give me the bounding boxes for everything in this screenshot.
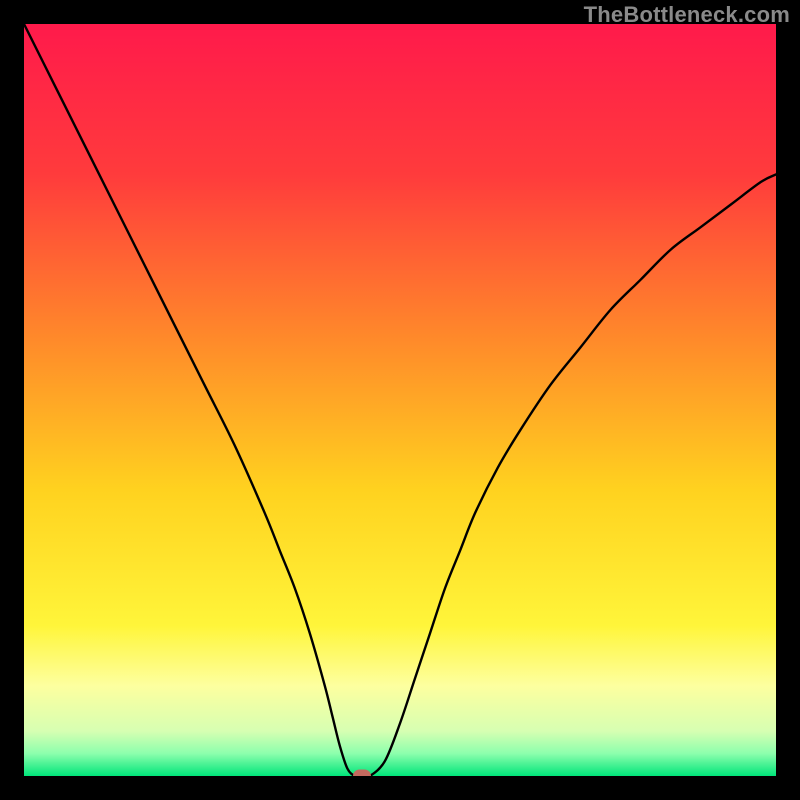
chart-frame: TheBottleneck.com: [0, 0, 800, 800]
optimal-marker: [353, 770, 371, 777]
plot-area: [24, 24, 776, 776]
bottleneck-curve: [24, 24, 776, 776]
